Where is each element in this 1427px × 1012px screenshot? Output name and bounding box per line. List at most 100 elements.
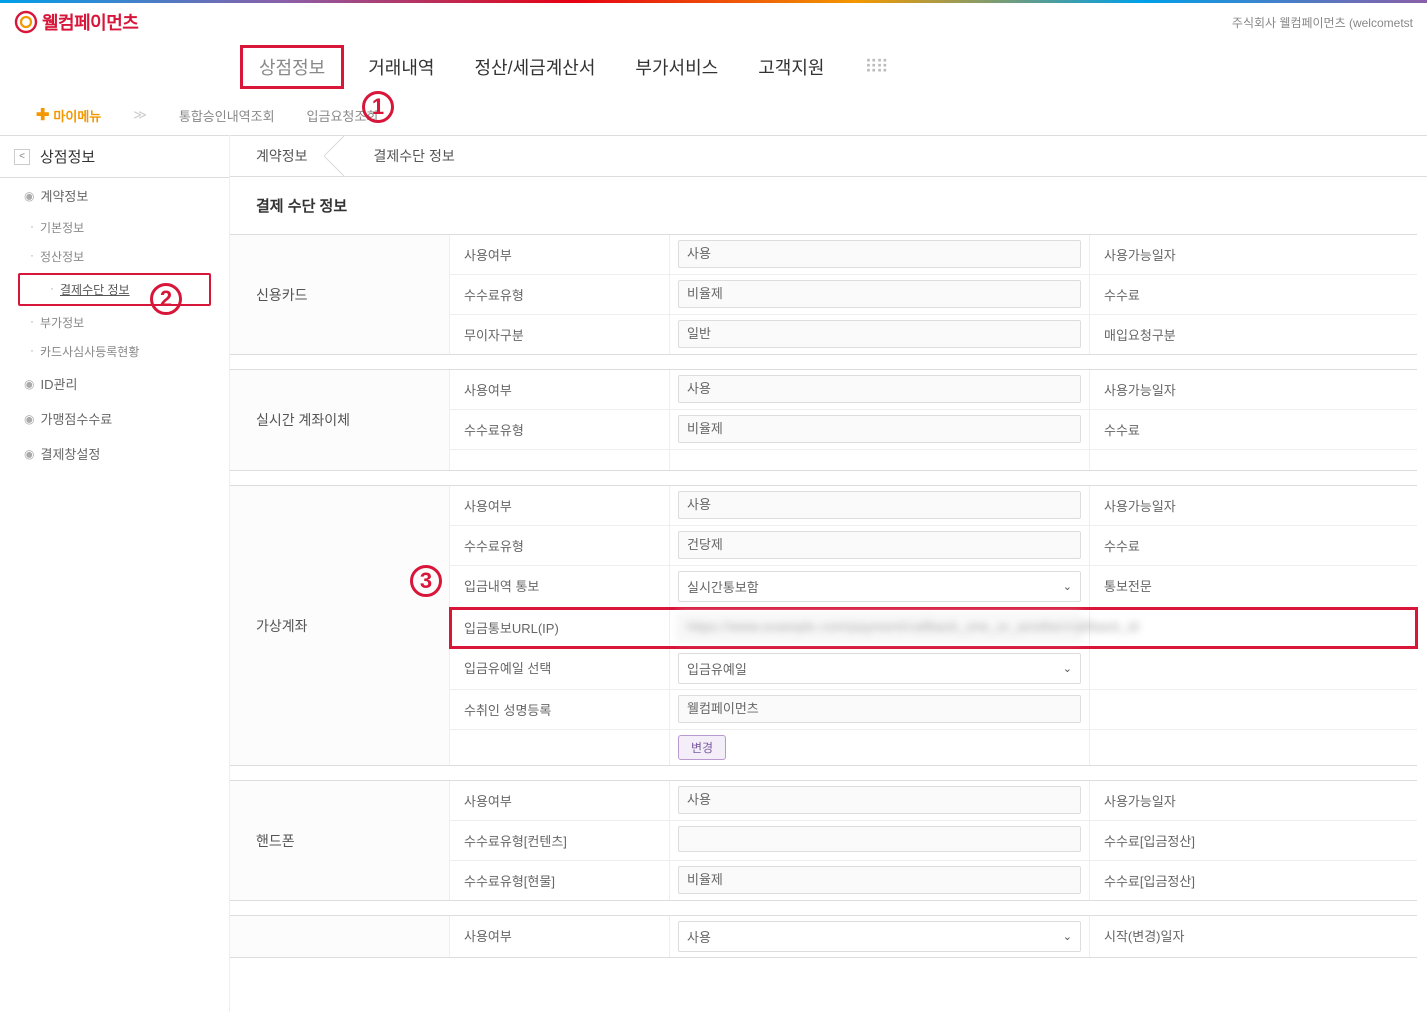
submenu-approval[interactable]: 통합승인내역조회 bbox=[179, 106, 275, 125]
sidebar-sub-settlement[interactable]: 정산정보 bbox=[0, 242, 229, 271]
field-label: 입금유예일 선택 bbox=[450, 648, 670, 689]
bullet-icon: ◉ bbox=[24, 447, 34, 461]
field-value-cell: 비율제 bbox=[670, 861, 1090, 900]
sidebar-sub-basic[interactable]: 기본정보 bbox=[0, 213, 229, 242]
submenu-deposit[interactable]: 입금요청조회 bbox=[307, 106, 379, 125]
sidebar-cat-label: 결제창설정 bbox=[40, 444, 100, 463]
field-right-label: 사용가능일자 bbox=[1090, 370, 1417, 409]
field-label: 수수료유형[컨텐츠] bbox=[450, 821, 670, 860]
logo-icon bbox=[14, 10, 38, 34]
nav-store-info[interactable]: 상점정보 bbox=[240, 45, 344, 89]
back-button[interactable]: < bbox=[14, 149, 30, 165]
logo-text: 웰컴페이먼츠 bbox=[42, 9, 138, 35]
my-menu[interactable]: ✚ 마이메뉴 bbox=[36, 105, 101, 125]
table-row: 사용여부 사용 사용가능일자 bbox=[450, 781, 1417, 821]
field-label: 무이자구분 bbox=[450, 315, 670, 354]
field-right-label: 사용가능일자 bbox=[1090, 781, 1417, 820]
section-label: 신용카드 bbox=[230, 235, 450, 354]
change-button[interactable]: 변경 bbox=[678, 735, 726, 760]
field-right-label bbox=[1090, 730, 1417, 765]
field-right-label: 사용가능일자 bbox=[1090, 486, 1417, 525]
nav-support[interactable]: 고객지원 bbox=[758, 54, 824, 80]
field-value-cell: 사용 bbox=[670, 781, 1090, 820]
table-row: 입금통보URL(IP) https://www.example.com/payme… bbox=[450, 608, 1417, 648]
nav-transactions[interactable]: 거래내역 bbox=[368, 54, 434, 80]
table-row: 수수료유형건당제수수료 bbox=[450, 526, 1417, 566]
section-label: 핸드폰 bbox=[230, 781, 450, 900]
section-mobile: 핸드폰사용여부 사용 사용가능일자수수료유형[컨텐츠] 수수료[입금정산]수수료유형[… bbox=[230, 780, 1417, 901]
field-value-cell: 변경 bbox=[670, 730, 1090, 765]
field-right-label: 수수료 bbox=[1090, 410, 1417, 449]
table-row: 사용여부사용사용가능일자 bbox=[450, 486, 1417, 526]
field-right-label: 통보전문 bbox=[1090, 566, 1417, 607]
select-input[interactable]: 실시간통보함⌄ bbox=[678, 571, 1081, 602]
sidebar-cat-label: 가맹점수수료 bbox=[40, 409, 112, 428]
table-row: 수수료유형[컨텐츠] 수수료[입금정산] bbox=[450, 821, 1417, 861]
field-label: 사용여부 bbox=[450, 235, 670, 274]
table-row: 변경 bbox=[450, 730, 1417, 765]
field-label: 사용여부 bbox=[450, 370, 670, 409]
field-right-label: 사용가능일자 bbox=[1090, 235, 1417, 274]
value-box: 비율제 bbox=[678, 866, 1081, 894]
field-right-label: 매입요청구분 bbox=[1090, 315, 1417, 354]
section-credit-card: 신용카드사용여부사용사용가능일자수수료유형비율제수수료무이자구분일반매입요청구분 bbox=[230, 234, 1417, 355]
breadcrumb: 계약정보 결제수단 정보 bbox=[230, 135, 1427, 177]
company-name: 주식회사 웰컴페이먼츠 (welcometst bbox=[1232, 14, 1413, 31]
section-body: 사용여부사용사용가능일자수수료유형건당제수수료입금내역 통보 실시간통보함⌄ 통보전… bbox=[450, 486, 1417, 765]
field-value-cell: https://www.example.com/payment/callback… bbox=[670, 608, 1090, 647]
field-label: 입금통보URL(IP) bbox=[450, 608, 670, 647]
field-value-cell: 비율제 bbox=[670, 410, 1090, 449]
table-row bbox=[450, 450, 1417, 470]
field-value-cell: 실시간통보함⌄ bbox=[670, 566, 1090, 607]
value-box bbox=[678, 826, 1081, 852]
field-value-cell: 사용 bbox=[670, 235, 1090, 274]
sidebar-sub-card-audit[interactable]: 카드사심사등록현황 bbox=[0, 337, 229, 366]
field-label bbox=[450, 450, 670, 470]
field-right-label bbox=[1090, 648, 1417, 689]
section-realtime-transfer: 실시간 계좌이체사용여부사용사용가능일자수수료유형비율제수수료 bbox=[230, 369, 1417, 471]
value-box: 사용 bbox=[678, 786, 1081, 814]
sidebar-cat-contract[interactable]: ◉계약정보 bbox=[0, 178, 229, 213]
field-label: 사용여부 bbox=[450, 781, 670, 820]
table-row: 수취인 성명등록웰컴페이먼츠 bbox=[450, 690, 1417, 730]
table-row: 수수료유형비율제수수료 bbox=[450, 410, 1417, 450]
sidebar-sub-addon[interactable]: 부가정보 bbox=[0, 308, 229, 337]
bullet-icon: ◉ bbox=[24, 412, 34, 426]
sidebar-header: < 상점정보 bbox=[0, 135, 229, 178]
sidebar-cat-checkout-config[interactable]: ◉ 결제창설정 bbox=[0, 436, 229, 471]
apps-grid-icon[interactable]: ⠿⠿ bbox=[864, 57, 886, 78]
field-value-cell: 웰컴페이먼츠 bbox=[670, 690, 1090, 729]
table-row: 사용여부사용사용가능일자 bbox=[450, 235, 1417, 275]
sub-menu: ✚ 마이메뉴 ≫ 통합승인내역조회 입금요청조회 1 bbox=[0, 95, 1427, 135]
section-label: 실시간 계좌이체 bbox=[230, 370, 450, 470]
value-box: 웰컴페이먼츠 bbox=[678, 695, 1081, 723]
sidebar: < 상점정보 ◉계약정보 기본정보 정산정보 결제수단 정보 부가정보 카드사심… bbox=[0, 135, 230, 1012]
table-row: 무이자구분일반매입요청구분 bbox=[450, 315, 1417, 354]
select-input[interactable]: 입금유예일⌄ bbox=[678, 653, 1081, 684]
field-value-cell: 사용 bbox=[670, 486, 1090, 525]
field-value-cell: 비율제 bbox=[670, 275, 1090, 314]
sidebar-cat-id[interactable]: ◉ID관리 bbox=[0, 366, 229, 401]
field-label: 수수료유형 bbox=[450, 526, 670, 565]
breadcrumb-payment-method[interactable]: 결제수단 정보 bbox=[334, 136, 481, 176]
sidebar-title: 상점정보 bbox=[40, 146, 95, 167]
nav-settlement[interactable]: 정산/세금계산서 bbox=[475, 54, 596, 80]
logo[interactable]: 웰컴페이먼츠 bbox=[14, 9, 138, 35]
section-virtual-account: 가상계좌사용여부사용사용가능일자수수료유형건당제수수료입금내역 통보 실시간통보함… bbox=[230, 485, 1417, 766]
main-nav: 상점정보 거래내역 정산/세금계산서 부가서비스 고객지원 ⠿⠿ bbox=[0, 39, 1427, 95]
field-right-label bbox=[1090, 450, 1417, 470]
value-box: https://www.example.com/payment/callback… bbox=[678, 613, 1081, 641]
field-value-cell: 입금유예일⌄ bbox=[670, 648, 1090, 689]
field-label: 입금내역 통보 bbox=[450, 566, 670, 607]
nav-addon[interactable]: 부가서비스 bbox=[635, 54, 718, 80]
chevron-down-icon: ⌄ bbox=[1063, 580, 1072, 593]
section-label: 가상계좌 bbox=[230, 486, 450, 765]
field-right-label: 수수료[입금정산] bbox=[1090, 821, 1417, 860]
breadcrumb-contract[interactable]: 계약정보 bbox=[230, 136, 334, 176]
bullet-icon: ◉ bbox=[24, 189, 34, 203]
table-row: 수수료유형[현물]비율제수수료[입금정산] bbox=[450, 861, 1417, 900]
sidebar-cat-merchant-fee[interactable]: ◉ 가맹점수수료 bbox=[0, 401, 229, 436]
sidebar-sub-payment-method[interactable]: 결제수단 정보 bbox=[20, 275, 209, 304]
field-value-cell: 건당제 bbox=[670, 526, 1090, 565]
field-label: 사용여부 bbox=[450, 486, 670, 525]
